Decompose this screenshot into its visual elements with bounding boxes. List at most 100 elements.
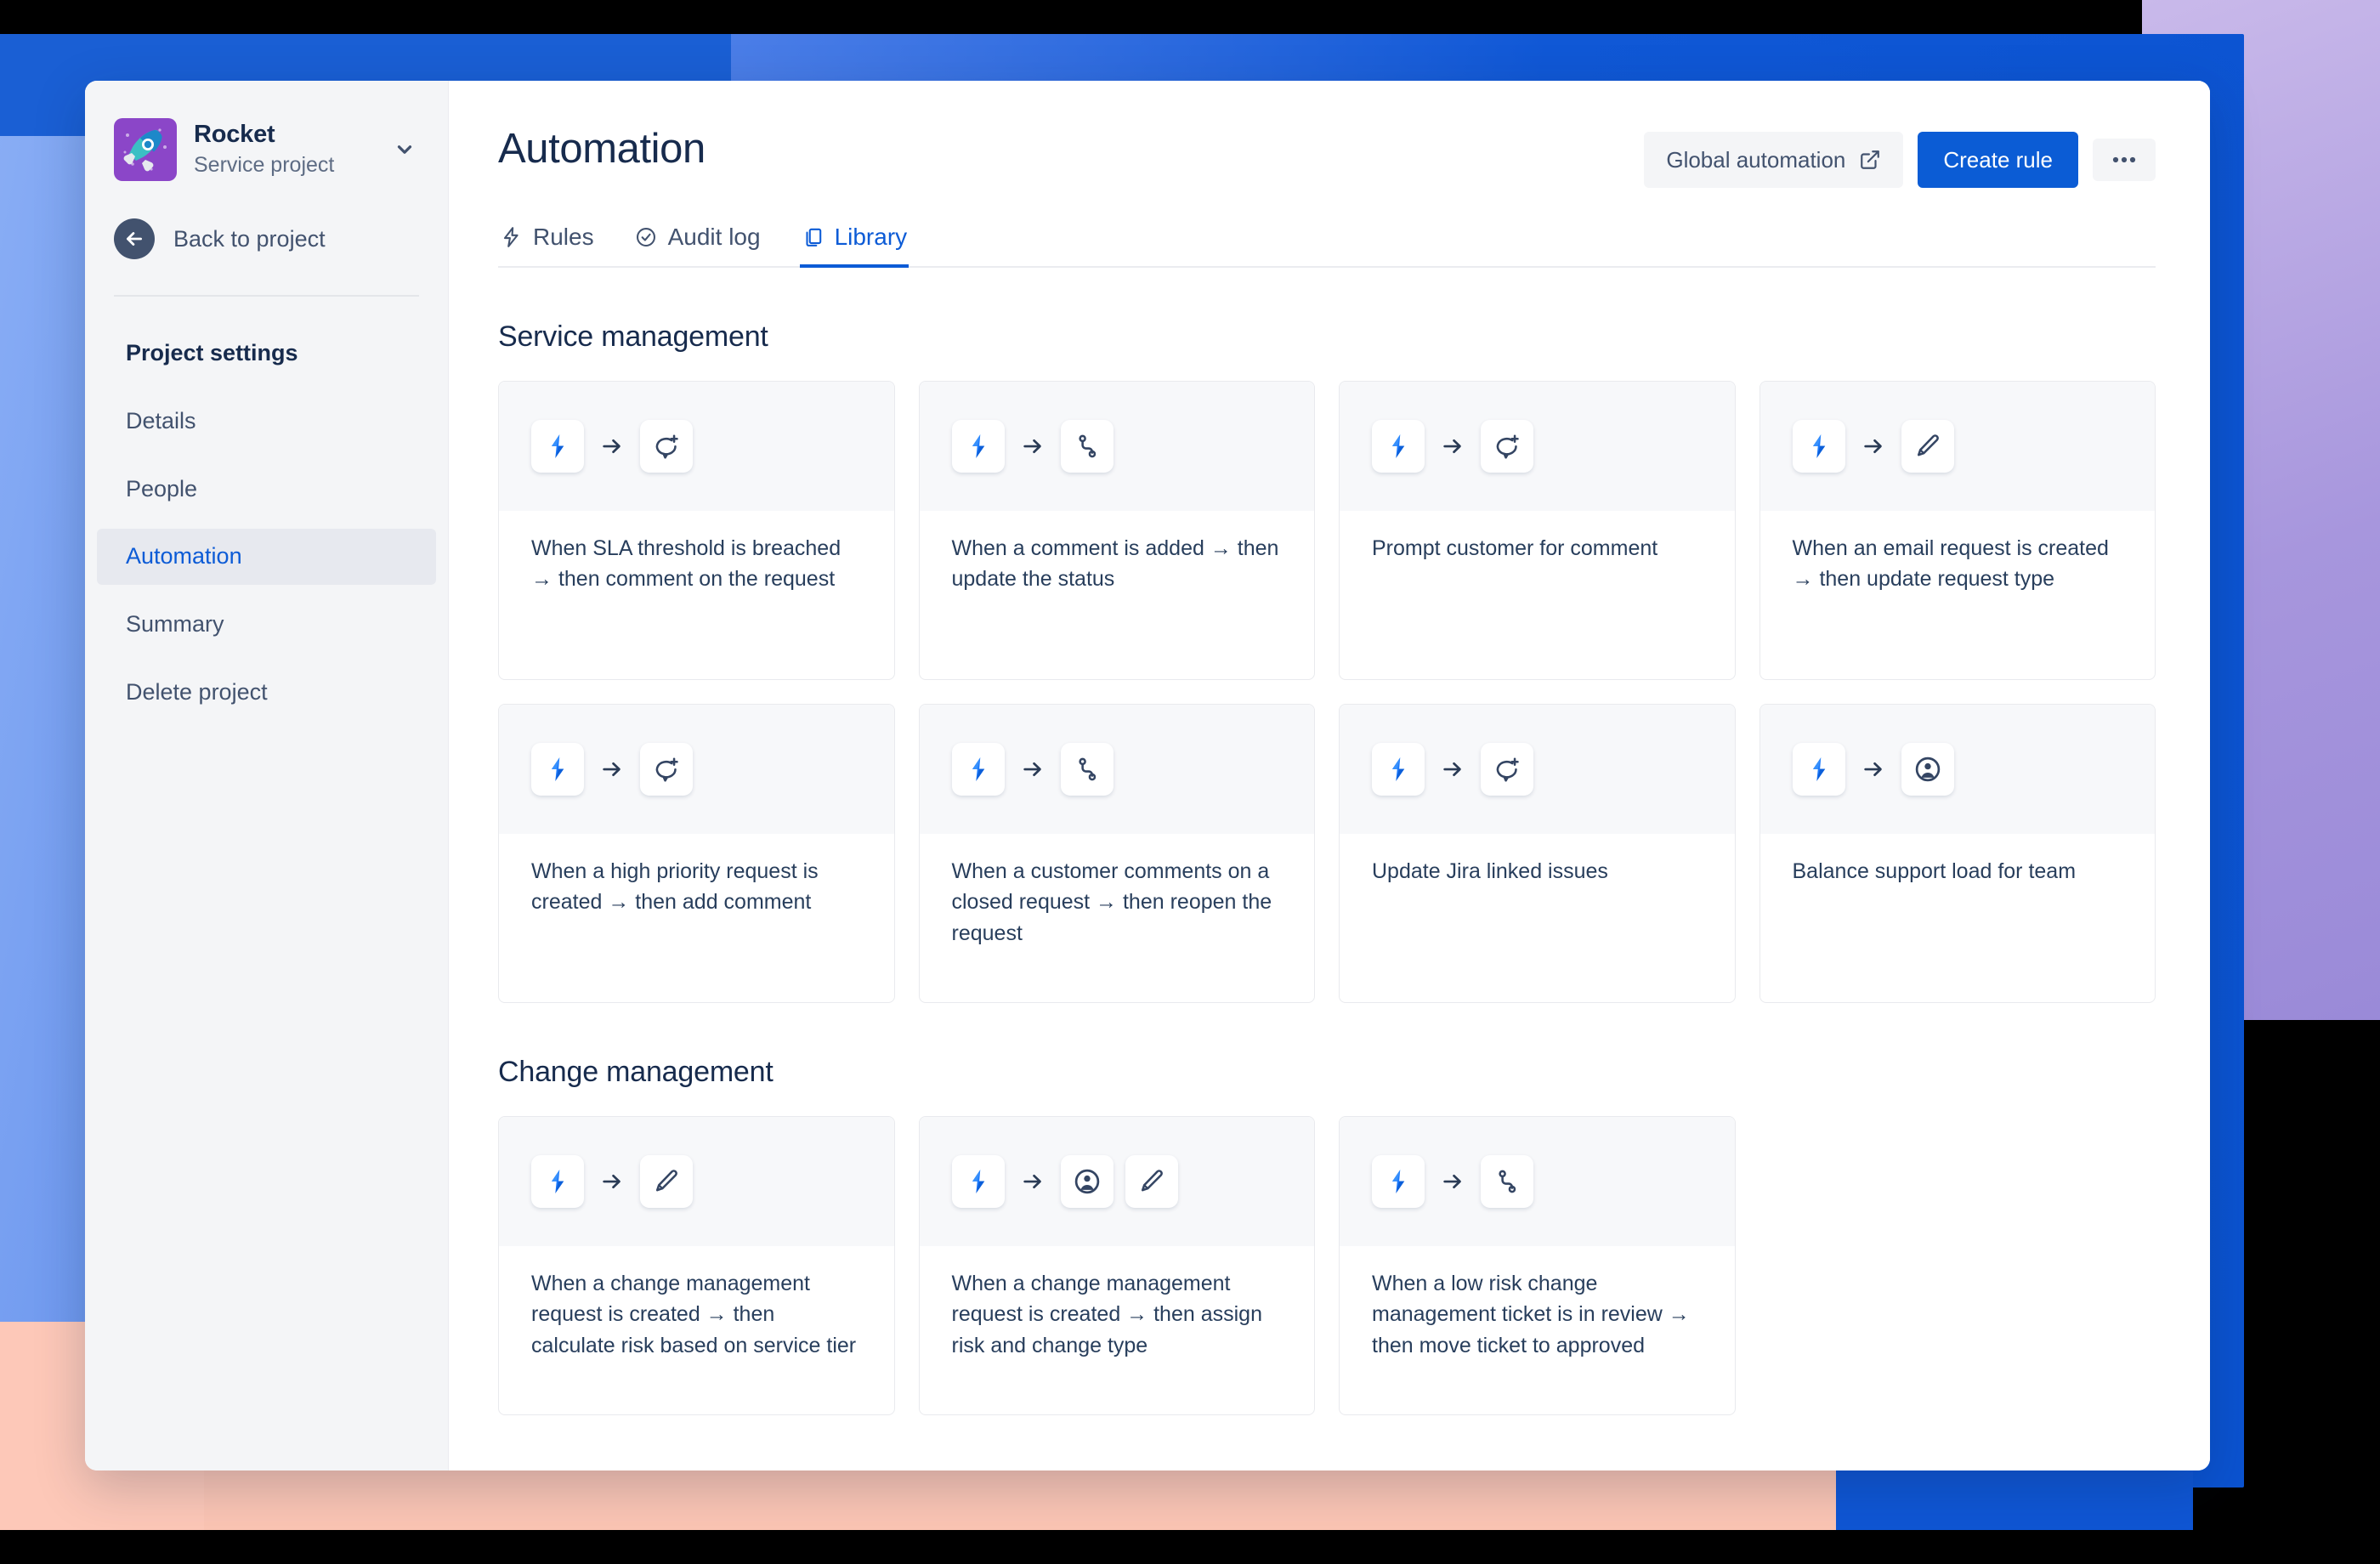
card-grid-service-management: When SLA threshold is breached → then co…	[498, 381, 2156, 1003]
create-rule-button[interactable]: Create rule	[1918, 132, 2078, 188]
card-title: When SLA threshold is breached → then co…	[531, 536, 842, 592]
automation-template-card[interactable]: Balance support load for team	[1759, 704, 2156, 1003]
sidebar-divider	[114, 295, 419, 297]
sidebar-item-summary[interactable]: Summary	[97, 597, 436, 653]
project-name: Rocket	[194, 121, 275, 149]
card-icon-strip	[919, 1117, 1314, 1246]
project-switcher[interactable]: Rocket Service project	[85, 118, 448, 181]
app-window: Rocket Service project Back to project P…	[85, 81, 2210, 1470]
card-title: When a customer comments on a closed req…	[951, 859, 1272, 945]
decorative-black-bar-bottom	[0, 1530, 2380, 1564]
automation-template-card[interactable]: When a change management request is crea…	[918, 1116, 1315, 1415]
arrow-right-icon	[1436, 434, 1469, 459]
sidebar-nav: Project settings Details People Automati…	[85, 326, 448, 721]
automation-template-card[interactable]: When a change management request is crea…	[498, 1116, 895, 1415]
transition-icon	[1060, 420, 1114, 473]
more-actions-button[interactable]	[2093, 139, 2156, 181]
sidebar-item-people[interactable]: People	[97, 462, 436, 518]
card-title: When a comment is added → then update th…	[951, 536, 1279, 592]
card-body: Update Jira linked issues	[1340, 834, 1735, 915]
section-title-change-management: Change management	[498, 1056, 774, 1088]
arrow-right-icon	[596, 1169, 628, 1194]
jira-trigger-icon	[951, 743, 1005, 796]
transition-icon	[1060, 743, 1114, 796]
jira-trigger-icon	[1792, 420, 1845, 473]
automation-template-card[interactable]: When a high priority request is created …	[498, 704, 895, 1003]
more-horizontal-icon	[2111, 156, 2137, 164]
arrow-right-icon	[1857, 756, 1890, 782]
add-comment-icon	[1481, 420, 1533, 473]
project-type: Service project	[194, 153, 335, 178]
sidebar-item-project-settings[interactable]: Project settings	[97, 326, 436, 382]
sidebar-item-automation[interactable]: Automation	[97, 529, 436, 586]
sidebar-item-delete-project[interactable]: Delete project	[97, 665, 436, 721]
screenshot-stage: Rocket Service project Back to project P…	[0, 0, 2380, 1564]
page-header: Automation Global automation Create rule	[498, 126, 2156, 188]
transition-icon	[1481, 1155, 1533, 1208]
arrow-left-icon	[114, 218, 155, 259]
tab-rules[interactable]: Rules	[498, 224, 596, 268]
main-content: Automation Global automation Create rule	[449, 81, 2210, 1470]
back-to-project-link[interactable]: Back to project	[85, 218, 448, 259]
arrow-right-icon	[1857, 434, 1890, 459]
external-link-icon	[1859, 149, 1881, 171]
card-icon-strip	[1760, 382, 2155, 511]
tab-audit-log-label: Audit log	[667, 224, 761, 250]
global-automation-button[interactable]: Global automation	[1644, 132, 1904, 188]
edit-icon	[1901, 420, 1954, 473]
card-title: Balance support load for team	[1792, 859, 2077, 883]
edit-icon	[1125, 1155, 1178, 1208]
tab-rules-label: Rules	[533, 224, 594, 250]
card-body: When a comment is added → then update th…	[920, 511, 1315, 624]
jira-trigger-icon	[951, 1155, 1005, 1208]
create-rule-label: Create rule	[1943, 147, 2053, 173]
card-body: Balance support load for team	[1760, 834, 2156, 915]
automation-template-card[interactable]: When an email request is created → then …	[1759, 381, 2156, 680]
jira-trigger-icon	[1372, 1155, 1425, 1208]
arrow-right-icon	[596, 434, 628, 459]
card-title: When a change management request is crea…	[531, 1272, 857, 1357]
add-comment-icon	[1481, 743, 1533, 796]
automation-template-card[interactable]: Update Jira linked issues	[1339, 704, 1736, 1003]
sidebar: Rocket Service project Back to project P…	[85, 81, 449, 1470]
jira-trigger-icon	[531, 743, 584, 796]
copy-icon	[802, 226, 824, 248]
card-title: When a low risk change management ticket…	[1372, 1272, 1690, 1357]
back-to-project-label: Back to project	[173, 225, 326, 252]
assignee-icon	[1901, 743, 1954, 796]
header-actions: Global automation Create rule	[1644, 127, 2156, 188]
jira-trigger-icon	[1372, 420, 1425, 473]
tab-library[interactable]: Library	[799, 224, 910, 268]
card-icon-strip	[1340, 1117, 1735, 1246]
card-title: When a change management request is crea…	[951, 1272, 1262, 1357]
arrow-right-icon	[1017, 1169, 1049, 1194]
tab-audit-log[interactable]: Audit log	[633, 224, 762, 268]
global-automation-label: Global automation	[1666, 147, 1846, 173]
card-title: Prompt customer for comment	[1372, 536, 1658, 560]
sidebar-item-details[interactable]: Details	[97, 394, 436, 450]
automation-template-card[interactable]: When a comment is added → then update th…	[918, 381, 1315, 680]
automation-template-card[interactable]: Prompt customer for comment	[1339, 381, 1736, 680]
automation-template-card[interactable]: When a customer comments on a closed req…	[918, 704, 1315, 1003]
card-grid-change-management: When a change management request is crea…	[498, 1116, 2156, 1415]
automation-template-card[interactable]: When a low risk change management ticket…	[1339, 1116, 1736, 1415]
chevron-down-icon[interactable]	[390, 135, 419, 164]
page-title: Automation	[498, 126, 706, 172]
card-icon-strip	[919, 382, 1314, 511]
automation-template-card[interactable]: When SLA threshold is breached → then co…	[498, 381, 895, 680]
card-body: When a change management request is crea…	[920, 1246, 1315, 1390]
arrow-right-icon	[596, 756, 628, 782]
check-circle-icon	[635, 226, 657, 248]
card-body: When a change management request is crea…	[499, 1246, 894, 1390]
arrow-right-icon	[1436, 1169, 1469, 1194]
card-body: When a high priority request is created …	[499, 834, 894, 947]
card-body: Prompt customer for comment	[1340, 511, 1735, 592]
jira-trigger-icon	[1372, 743, 1425, 796]
arrow-right-icon	[1017, 434, 1049, 459]
add-comment-icon	[640, 420, 693, 473]
rocket-icon	[114, 118, 177, 181]
card-body: When an email request is created → then …	[1760, 511, 2156, 624]
card-icon-strip	[499, 705, 894, 834]
jira-trigger-icon	[531, 420, 584, 473]
arrow-right-icon	[1017, 756, 1049, 782]
